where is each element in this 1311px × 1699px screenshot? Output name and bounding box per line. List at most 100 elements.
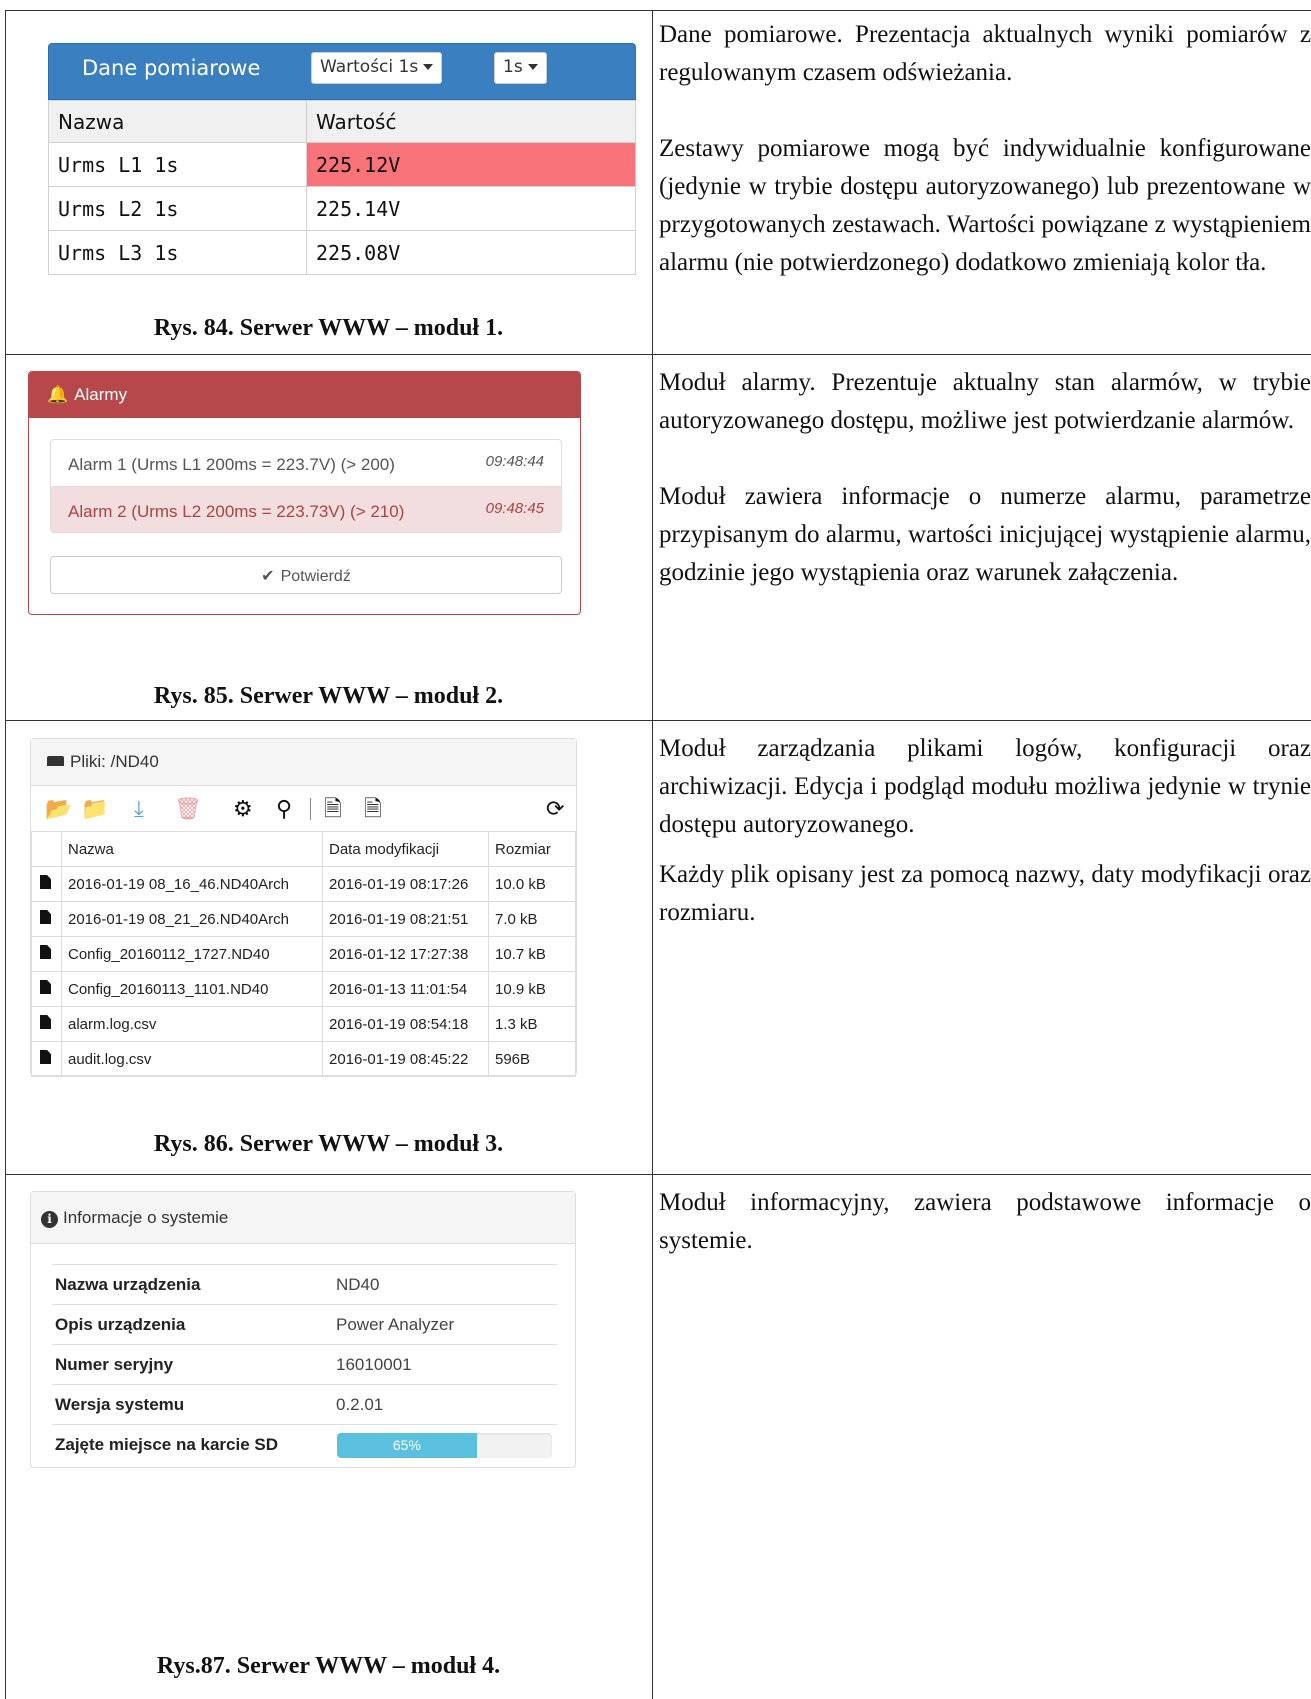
info-key: Numer seryjny [55, 1355, 174, 1374]
search-icon[interactable]: ⚲ [276, 797, 292, 821]
confirm-button[interactable]: ✔ Potwierdź [50, 556, 562, 594]
info-key: Zajęte miejsce na karcie SD [55, 1435, 279, 1454]
row-divider [5, 1174, 1311, 1175]
file-import-icon[interactable]: 🗎 [324, 797, 342, 821]
sd-usage-progress-bar: 65% [337, 1433, 477, 1458]
description-cell: Moduł alarmy. Prezentuje aktualny stan a… [659, 364, 1311, 630]
info-key: Nazwa urządzenia [55, 1275, 201, 1294]
trash-icon[interactable]: 🗑 [174, 797, 202, 821]
figure-caption: Rys. 86. Serwer WWW – moduł 3. [153, 1131, 504, 1157]
table-row[interactable]: Config_20160112_1727.ND40 2016-01-12 17:… [31, 936, 576, 972]
alarm-time: 09:48:44 [485, 453, 544, 470]
file-icon [40, 945, 51, 959]
row-divider [5, 720, 1311, 721]
file-size: 10.0 kB [488, 866, 576, 902]
file-date: 2016-01-19 08:54:18 [322, 1006, 489, 1042]
system-info-panel-header: i Informacje o systemie [31, 1192, 575, 1244]
table-row: Urms L3 1s 225.08V [48, 230, 636, 275]
table-header-row: Nazwa Wartość [48, 100, 636, 143]
table-row[interactable]: alarm.log.csv 2016-01-19 08:54:18 1.3 kB [31, 1006, 576, 1042]
info-row: Nazwa urządzenia ND40 [52, 1264, 557, 1304]
measurement-panel: Dane pomiarowe Wartości 1s 1s Nazwa Wart… [48, 43, 636, 310]
file-name: audit.log.csv [61, 1041, 323, 1077]
column-divider [652, 10, 653, 1699]
file-icon [40, 875, 51, 889]
folder-upload-icon[interactable]: 📂 [45, 797, 72, 821]
sd-usage-progress: 65% [337, 1433, 552, 1458]
file-icon [31, 866, 62, 902]
file-name: Config_20160112_1727.ND40 [61, 936, 323, 972]
file-icon [40, 1015, 51, 1029]
figure-caption: Rys. 84. Serwer WWW – moduł 1. [153, 315, 504, 341]
file-size: 10.9 kB [488, 971, 576, 1007]
row-divider [5, 354, 1311, 355]
hdd-icon [47, 756, 64, 766]
files-table: Nazwa Data modyfikacji Rozmiar 2016-01-1… [31, 831, 576, 1077]
measurement-set-dropdown[interactable]: Wartości 1s [311, 52, 443, 84]
figure-caption: Rys. 85. Serwer WWW – moduł 2. [153, 683, 504, 709]
alarm-item[interactable]: Alarm 1 (Urms L1 200ms = 223.7V) (> 200)… [51, 440, 561, 486]
file-name: alarm.log.csv [61, 1006, 323, 1042]
measurement-panel-title: Dane pomiarowe [82, 56, 261, 80]
table-row[interactable]: Config_20160113_1101.ND40 2016-01-13 11:… [31, 971, 576, 1007]
figure-caption: Rys.87. Serwer WWW – moduł 4. [156, 1653, 501, 1679]
file-date: 2016-01-19 08:45:22 [322, 1041, 489, 1077]
file-size: 596B [488, 1041, 576, 1077]
measurement-value: 225.14V [306, 186, 636, 231]
description-paragraph: Każdy plik opisany jest za pomocą nazwy,… [659, 861, 1311, 926]
column-header-value: Wartość [306, 100, 636, 143]
info-value: ND40 [336, 1275, 380, 1294]
file-size: 1.3 kB [488, 1006, 576, 1042]
description-paragraph: Dane pomiarowe. Prezentacja aktualnych w… [659, 21, 1311, 86]
files-panel-title: Pliki: /ND40 [70, 752, 159, 771]
measurement-name: Urms L2 1s [48, 186, 307, 231]
table-row: Urms L2 1s 225.14V [48, 186, 636, 231]
info-row: Numer seryjny 16010001 [52, 1344, 557, 1384]
file-date: 2016-01-19 08:21:51 [322, 901, 489, 937]
alarm-list: Alarm 1 (Urms L1 200ms = 223.7V) (> 200)… [50, 439, 562, 533]
column-header-name: Nazwa [61, 831, 323, 867]
file-name: 2016-01-19 08_16_46.ND40Arch [61, 866, 323, 902]
panel-cutoff [48, 300, 636, 310]
refresh-interval-dropdown[interactable]: 1s [494, 52, 547, 84]
info-value: Power Analyzer [336, 1315, 455, 1334]
description-cell: Moduł zarządzania plikami logów, konfigu… [659, 730, 1311, 970]
column-header-name: Nazwa [48, 100, 307, 143]
refresh-icon[interactable]: ⟳ [546, 797, 564, 821]
file-date: 2016-01-12 17:27:38 [322, 936, 489, 972]
file-icon [31, 936, 62, 972]
files-panel: Pliki: /ND40 📂 📁 ⤓ 🗑 ⚙ ⚲ 🗎 🗎 ⟳ Nazwa Dat… [30, 738, 577, 1077]
table-row[interactable]: 2016-01-19 08_16_46.ND40Arch 2016-01-19 … [31, 866, 576, 902]
info-row-sd: Zajęte miejsce na karcie SD 65% [52, 1424, 557, 1464]
system-info-panel: i Informacje o systemie Nazwa urządzenia … [30, 1191, 576, 1468]
file-name: Config_20160113_1101.ND40 [61, 971, 323, 1007]
folder-open-icon[interactable]: 📁 [81, 797, 108, 821]
column-header-icon [31, 831, 62, 867]
system-info-list: Nazwa urządzenia ND40 Opis urządzenia Po… [52, 1264, 557, 1464]
measurement-name: Urms L3 1s [48, 230, 307, 275]
file-icon [31, 971, 62, 1007]
info-icon: i [41, 1211, 58, 1228]
gear-icon[interactable]: ⚙ [233, 797, 253, 821]
table-row[interactable]: 2016-01-19 08_21_26.ND40Arch 2016-01-19 … [31, 901, 576, 937]
file-date: 2016-01-13 11:01:54 [322, 971, 489, 1007]
table-row[interactable]: audit.log.csv 2016-01-19 08:45:22 596B [31, 1041, 576, 1077]
measurement-value-alarm: 225.12V [306, 142, 636, 187]
table-header-row: Nazwa Data modyfikacji Rozmiar [31, 831, 576, 867]
file-icon [31, 901, 62, 937]
description-paragraph: Zestawy pomiarowe mogą być indywidualnie… [659, 135, 1311, 276]
file-export-icon[interactable]: 🗎 [364, 797, 382, 821]
alarms-panel-title: Alarmy [74, 385, 128, 404]
description-paragraph: Moduł alarmy. Prezentuje aktualny stan a… [659, 369, 1311, 434]
checkmark-icon: ✔ [261, 568, 275, 585]
info-key: Opis urządzenia [55, 1315, 186, 1334]
download-icon[interactable]: ⤓ [134, 797, 144, 821]
caret-down-icon [423, 64, 434, 70]
measurement-table: Nazwa Wartość Urms L1 1s 225.12V Urms L2… [48, 100, 636, 275]
description-paragraph: Moduł zarządzania plikami logów, konfigu… [659, 735, 1311, 838]
measurement-name: Urms L1 1s [48, 142, 307, 187]
system-info-panel-title: Informacje o systemie [63, 1208, 229, 1227]
measurement-set-dropdown-label: Wartości 1s [320, 57, 419, 77]
info-value: 16010001 [336, 1355, 412, 1374]
alarm-item-unconfirmed[interactable]: Alarm 2 (Urms L2 200ms = 223.73V) (> 210… [51, 486, 561, 532]
